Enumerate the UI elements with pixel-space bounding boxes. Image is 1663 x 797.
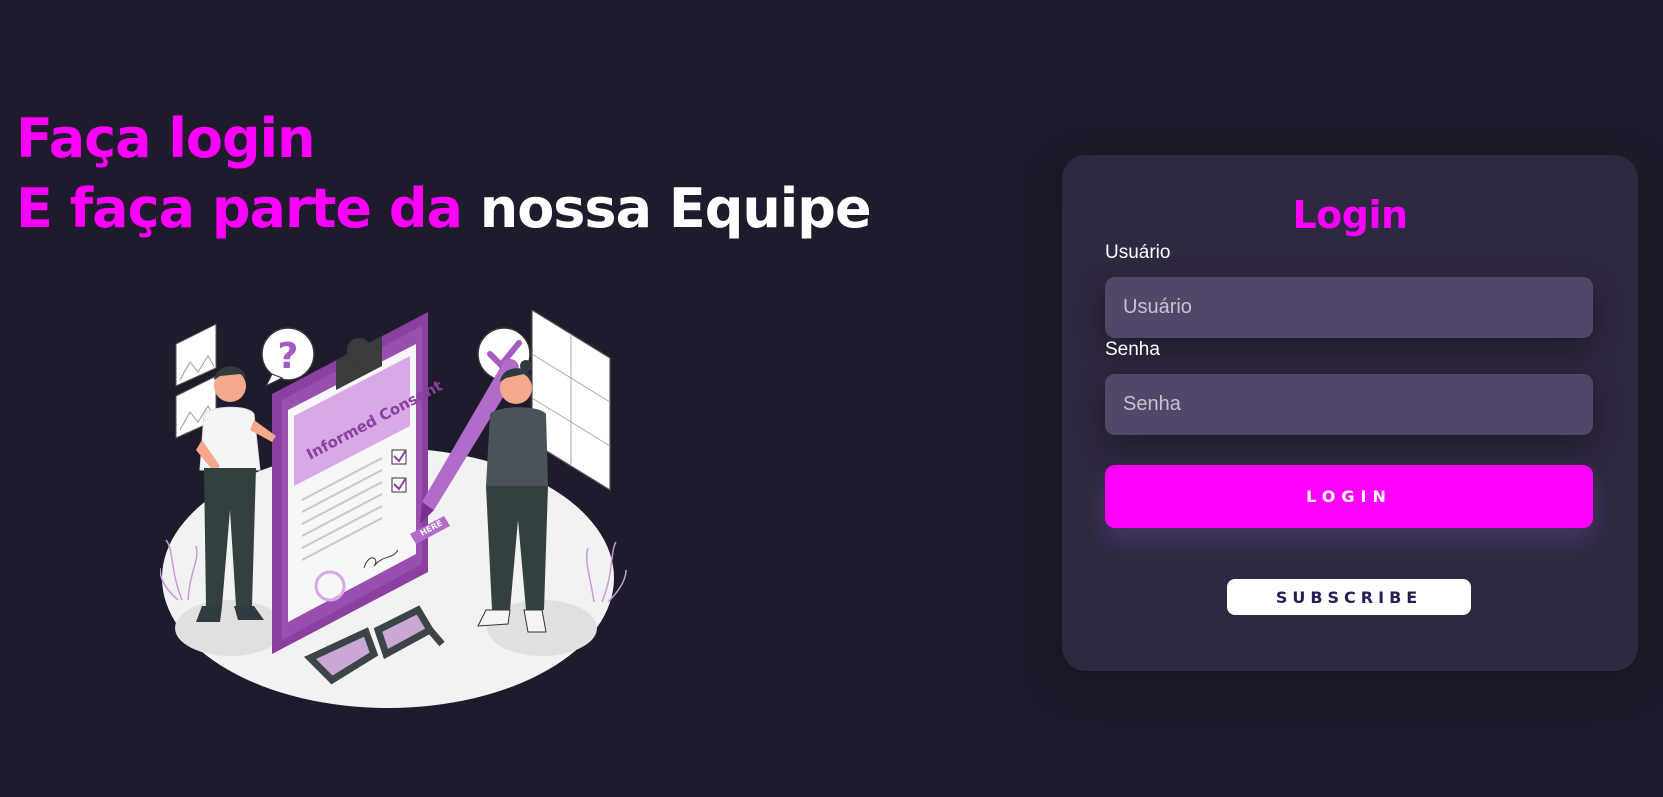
hero-line-1: Faça login (16, 104, 871, 174)
hero-line-2-white: nossa Equipe (479, 177, 872, 240)
username-label: Usuário (1105, 242, 1171, 263)
informed-consent-illustration: ? Informed Consent HERE (160, 310, 627, 708)
question-mark: ? (278, 336, 299, 377)
password-input[interactable] (1105, 374, 1593, 435)
hero-line-1-text: Faça login (16, 107, 316, 170)
hero-heading: Faça login E faça parte da nossa Equipe (16, 104, 872, 244)
subscribe-button[interactable]: SUBSCRIBE (1227, 579, 1471, 615)
password-label: Senha (1105, 339, 1160, 360)
login-title: Login (1292, 193, 1408, 237)
hero-line-2-pink: E faça parte da (16, 177, 463, 240)
hero-line-2: E faça parte da nossa Equipe (16, 174, 872, 244)
login-button[interactable]: LOGIN (1105, 465, 1593, 528)
shadow-left (175, 600, 285, 656)
login-card: Login Usuário Senha LOGIN SUBSCRIBE (1062, 155, 1638, 671)
username-input[interactable] (1105, 277, 1593, 338)
